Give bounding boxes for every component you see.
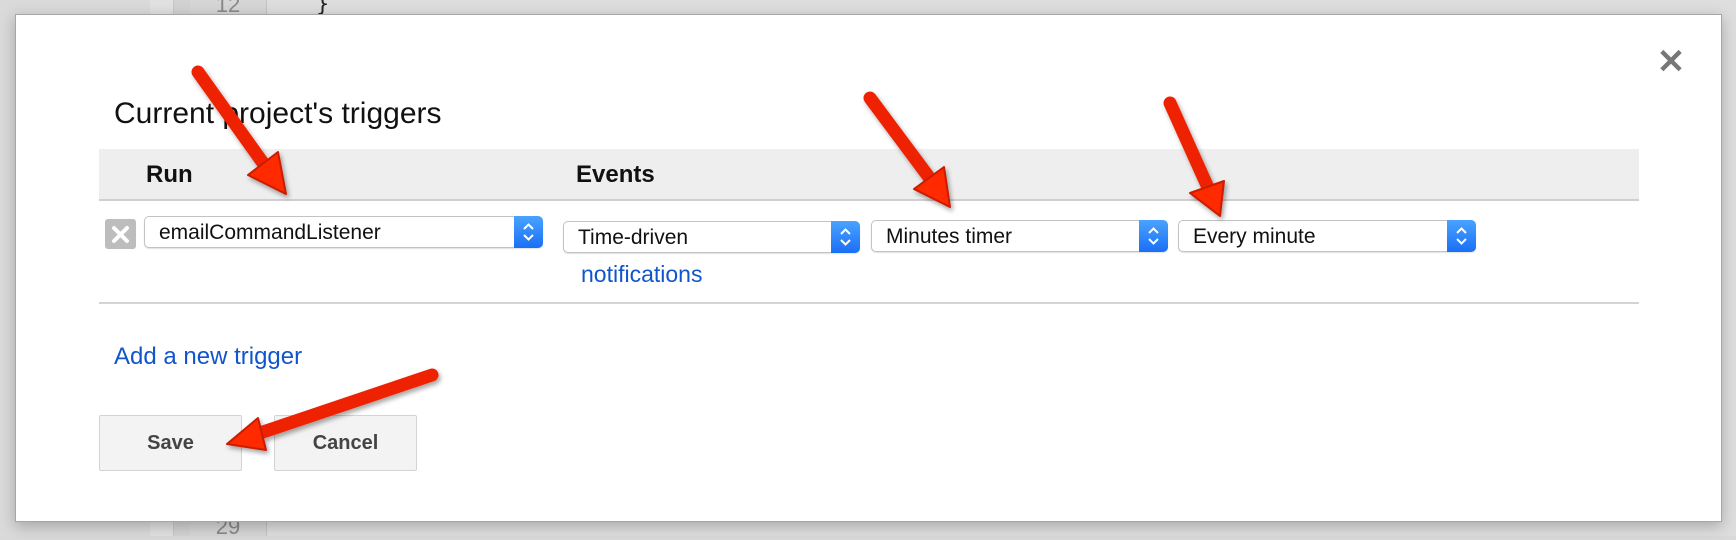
table-header: Run Events bbox=[99, 149, 1639, 201]
event-source-select[interactable]: Time-driven bbox=[563, 221, 860, 253]
delete-x-icon bbox=[112, 226, 129, 243]
notifications-link[interactable]: notifications bbox=[581, 261, 702, 288]
delete-trigger-button[interactable] bbox=[105, 219, 136, 249]
save-button[interactable]: Save bbox=[99, 415, 242, 471]
column-header-run: Run bbox=[146, 161, 193, 188]
select-stepper-icon bbox=[514, 216, 543, 248]
table-divider bbox=[99, 302, 1639, 304]
dialog-title: Current project's triggers bbox=[114, 97, 442, 130]
run-function-value: emailCommandListener bbox=[159, 221, 381, 244]
add-trigger-link[interactable]: Add a new trigger bbox=[114, 343, 302, 371]
interval-select[interactable]: Every minute bbox=[1178, 220, 1476, 252]
close-icon[interactable]: ✕ bbox=[1656, 45, 1686, 79]
run-function-select[interactable]: emailCommandListener bbox=[144, 216, 543, 248]
timer-type-value: Minutes timer bbox=[886, 225, 1013, 248]
interval-value: Every minute bbox=[1193, 225, 1316, 248]
cancel-button[interactable]: Cancel bbox=[274, 415, 417, 471]
event-source-value: Time-driven bbox=[578, 226, 689, 249]
select-stepper-icon bbox=[1139, 220, 1168, 252]
timer-type-select[interactable]: Minutes timer bbox=[871, 220, 1168, 252]
triggers-dialog: ✕ Current project's triggers Run Events … bbox=[15, 14, 1722, 522]
select-stepper-icon bbox=[831, 221, 860, 253]
column-header-events: Events bbox=[576, 161, 655, 188]
select-stepper-icon bbox=[1447, 220, 1476, 252]
